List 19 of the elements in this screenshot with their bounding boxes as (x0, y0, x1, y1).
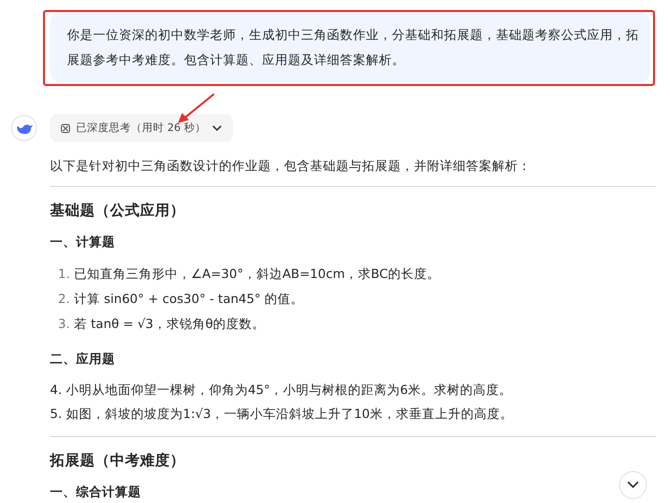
list-number: 3. (58, 315, 70, 333)
intro-text: 以下是针对初中三角函数设计的作业题，包含基础题与拓展题，并附详细答案解析： (50, 157, 532, 175)
question-text: 计算 sin60° + cos30° - tan45° 的值。 (74, 290, 304, 308)
list-number: 2. (58, 290, 70, 308)
question-text: 4. 小明从地面仰望一棵树，仰角为45°，小明与树根的距离为6米。求树的高度。 (50, 381, 514, 399)
question-text: 若 tanθ = √3，求锐角θ的度数。 (74, 315, 266, 333)
thinking-toggle[interactable]: 已深度思考（用时 26 秒） (50, 114, 234, 142)
scroll-down-button[interactable] (619, 471, 647, 499)
chevron-icon (627, 481, 639, 489)
section-heading: 基础题（公式应用） (50, 201, 186, 221)
question-text: 5. 如图，斜坡的坡度为1:√3，一辆小车沿斜坡上升了10米，求垂直上升的高度。 (50, 405, 514, 423)
list-number: 1. (58, 265, 70, 283)
question-text: 已知直角三角形中，∠A=30°，斜边AB=10cm，求BC的长度。 (74, 265, 440, 283)
subsection-heading: 一、计算题 (50, 233, 115, 251)
section-heading: 拓展题（中考难度） (50, 451, 186, 471)
prompt-message: 你是一位资深的初中数学老师，生成初中三角函数作业，分基础和拓展题，基础题考察公式应用，拓展题参考中考难度。包含计算题、应用题及详细答案解析。 (50, 12, 650, 82)
chevron-icon (212, 124, 222, 132)
subsection-heading: 二、应用题 (50, 350, 115, 368)
subsection-heading: 一、综合计算题 (50, 483, 141, 501)
